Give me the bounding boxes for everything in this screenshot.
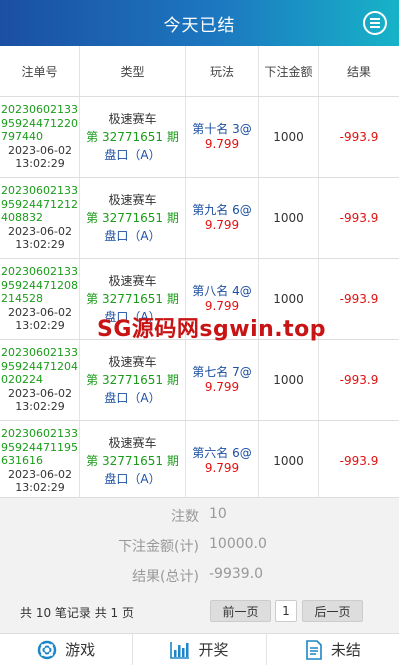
column-header-type: 类型 <box>80 46 186 96</box>
menu-icon[interactable] <box>363 11 387 35</box>
order-number: 2023060213395924471220797440 <box>1 103 78 144</box>
period: 第 32771651 期 <box>86 211 179 225</box>
market: 盘口（A） <box>104 229 161 243</box>
amount-cell: 1000 <box>259 340 319 420</box>
type-cell: 极速赛车 第 32771651 期 盘口（A） <box>80 178 186 258</box>
result-cell: -993.9 <box>339 373 379 387</box>
odds: 9.799 <box>204 380 240 394</box>
order-time: 2023-06-02 13:02:29 <box>8 467 72 495</box>
type-cell: 极速赛车 第 32771651 期 盘口（A） <box>80 421 186 497</box>
order-cell: 2023060213395924471212408832 2023-06-02 … <box>0 178 80 258</box>
result-value: -9939.0 <box>209 566 264 582</box>
table-row: 2023060213395924471204020224 2023-06-02 … <box>0 340 399 421</box>
bar-chart-icon <box>170 641 190 659</box>
order-time: 2023-06-02 13:02:29 <box>8 305 72 333</box>
market: 盘口（A） <box>104 472 161 486</box>
summary-amount: 下注金额(计) 10000.0 <box>0 536 399 556</box>
odds: 9.799 <box>204 218 240 232</box>
tab-games-label: 游戏 <box>65 641 96 659</box>
order-time: 2023-06-02 13:02:29 <box>8 143 72 171</box>
result-cell: -993.9 <box>339 211 379 225</box>
order-cell: 2023060213395924471220797440 2023-06-02 … <box>0 97 80 177</box>
column-header-result: 结果 <box>346 64 371 79</box>
game-name: 极速赛车 <box>108 112 157 126</box>
type-cell: 极速赛车 第 32771651 期 盘口（A） <box>80 340 186 420</box>
next-page-button[interactable]: 后一页 <box>302 600 363 622</box>
lifebuoy-icon <box>37 640 57 659</box>
amount-cell: 1000 <box>259 178 319 258</box>
game-name: 极速赛车 <box>108 274 157 288</box>
game-name: 极速赛车 <box>108 355 157 369</box>
odds: 9.799 <box>204 461 240 475</box>
play-cell: 第九名 6@ 9.799 <box>186 178 259 258</box>
document-icon <box>306 639 322 660</box>
period: 第 32771651 期 <box>86 454 179 468</box>
app-header: 今天已结 <box>0 0 399 46</box>
result-cell: -993.9 <box>339 454 379 468</box>
tab-unsettled[interactable]: 未结 <box>267 634 399 665</box>
column-header-order-no: 注单号 <box>0 46 80 96</box>
summary-count: 注数 10 <box>0 506 399 526</box>
play-cell: 第六名 6@ 9.799 <box>186 421 259 497</box>
order-number: 2023060213395924471208214528 <box>1 265 78 306</box>
game-name: 极速赛车 <box>108 436 157 450</box>
bet-list[interactable]: 2023060213395924471220797440 2023-06-02 … <box>0 97 399 497</box>
order-number: 2023060213395924471204020224 <box>1 346 78 387</box>
amount-value: 10000.0 <box>209 536 267 552</box>
order-number: 2023060213395924471195631616 <box>1 427 78 468</box>
market: 盘口（A） <box>104 148 161 162</box>
table-header: 注单号 类型 玩法 下注金额 结果 <box>0 46 399 97</box>
summary-panel: 注数 10 下注金额(计) 10000.0 结果(总计) -9939.0 共 1… <box>0 497 399 633</box>
pagination-info: 共 10 笔记录 共 1 页 <box>20 606 134 620</box>
play-name: 第九名 6@ <box>192 203 252 217</box>
play-name: 第十名 3@ <box>192 122 252 136</box>
result-cell: -993.9 <box>339 130 379 144</box>
type-cell: 极速赛车 第 32771651 期 盘口（A） <box>80 97 186 177</box>
odds: 9.799 <box>204 137 240 151</box>
order-cell: 2023060213395924471208214528 2023-06-02 … <box>0 259 80 339</box>
tab-results[interactable]: 开奖 <box>133 634 267 665</box>
tab-games[interactable]: 游戏 <box>0 634 134 665</box>
column-header-amount: 下注金额 <box>259 46 319 96</box>
watermark-text: SG源码网sgwin.top <box>97 317 327 342</box>
column-header-play: 玩法 <box>186 46 259 96</box>
tab-unsettled-label: 未结 <box>330 641 361 659</box>
play-cell: 第十名 3@ 9.799 <box>186 97 259 177</box>
table-row: 2023060213395924471220797440 2023-06-02 … <box>0 97 399 178</box>
play-cell: 第七名 7@ 9.799 <box>186 340 259 420</box>
pagination: 共 10 笔记录 共 1 页 前一页 1 后一页 <box>0 599 399 625</box>
amount-cell: 1000 <box>259 97 319 177</box>
play-name: 第八名 4@ <box>192 284 252 298</box>
count-value: 10 <box>209 506 227 522</box>
order-time: 2023-06-02 13:02:29 <box>8 224 72 252</box>
page-title: 今天已结 <box>163 15 236 36</box>
table-row: 2023060213395924471195631616 2023-06-02 … <box>0 421 399 497</box>
result-label: 结果(总计) <box>132 569 199 585</box>
tab-results-label: 开奖 <box>198 641 229 659</box>
order-number: 2023060213395924471212408832 <box>1 184 78 225</box>
prev-page-button[interactable]: 前一页 <box>210 600 271 622</box>
play-name: 第七名 7@ <box>192 365 252 379</box>
period: 第 32771651 期 <box>86 130 179 144</box>
order-time: 2023-06-02 13:02:29 <box>8 386 72 414</box>
amount-label: 下注金额(计) <box>118 539 199 555</box>
order-cell: 2023060213395924471204020224 2023-06-02 … <box>0 340 80 420</box>
period: 第 32771651 期 <box>86 292 179 306</box>
order-cell: 2023060213395924471195631616 2023-06-02 … <box>0 421 80 497</box>
period: 第 32771651 期 <box>86 373 179 387</box>
amount-cell: 1000 <box>259 421 319 497</box>
market: 盘口（A） <box>104 391 161 405</box>
game-name: 极速赛车 <box>108 193 157 207</box>
table-row: 2023060213395924471212408832 2023-06-02 … <box>0 178 399 259</box>
count-label: 注数 <box>171 509 199 525</box>
result-cell: -993.9 <box>339 292 379 306</box>
bottom-tab-bar: 游戏 开奖 未结 <box>0 633 399 665</box>
play-name: 第六名 6@ <box>192 446 252 460</box>
summary-result: 结果(总计) -9939.0 <box>0 566 399 586</box>
current-page-button[interactable]: 1 <box>275 600 297 622</box>
